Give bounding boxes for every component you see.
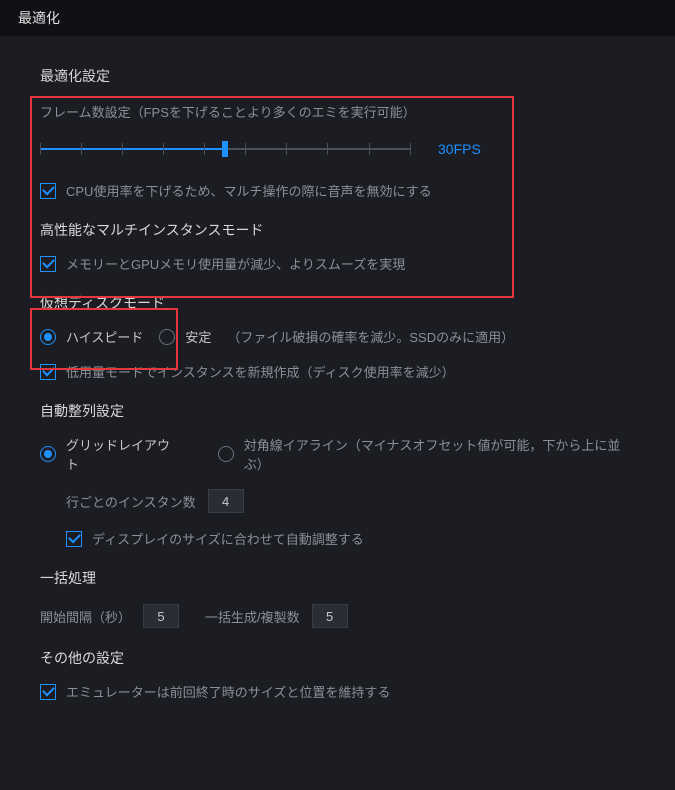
disk-mode-title: 仮想ディスクモード bbox=[40, 293, 635, 313]
fps-slider-row: 30FPS bbox=[40, 139, 635, 159]
keep-pos-label: エミュレーターは前回終了時のサイズと位置を維持する bbox=[66, 682, 390, 701]
memory-checkbox[interactable] bbox=[40, 256, 56, 272]
auto-fit-row: ディスプレイのサイズに合わせて自動調整する bbox=[40, 529, 635, 548]
optimization-section-title: 最適化設定 bbox=[40, 66, 635, 86]
multi-instance-title: 高性能なマルチインスタンスモード bbox=[40, 220, 635, 240]
row-count-row: 行ごとのインスタン数 bbox=[40, 489, 635, 513]
grid-label: グリッドレイアウト bbox=[66, 435, 180, 473]
keep-pos-checkbox[interactable] bbox=[40, 684, 56, 700]
cpu-audio-label: CPU使用率を下げるため、マルチ操作の際に音声を無効にする bbox=[66, 181, 432, 200]
fps-slider[interactable] bbox=[40, 139, 410, 159]
high-speed-radio[interactable] bbox=[40, 329, 56, 345]
interval-input[interactable] bbox=[143, 604, 179, 628]
grid-radio[interactable] bbox=[40, 446, 56, 462]
fps-value: 30FPS bbox=[438, 141, 481, 157]
memory-label: メモリーとGPUメモリ使用量が減少、よりスムーズを実現 bbox=[66, 254, 405, 273]
batch-title: 一括処理 bbox=[40, 568, 635, 588]
low-usage-row: 低用量モードでインスタンスを新規作成（ディスク使用率を減少） bbox=[40, 362, 635, 381]
stable-note: （ファイル破損の確率を減少。SSDのみに適用） bbox=[227, 327, 514, 346]
memory-row: メモリーとGPUメモリ使用量が減少、よりスムーズを実現 bbox=[40, 254, 635, 273]
row-count-label: 行ごとのインスタン数 bbox=[66, 492, 196, 511]
diagonal-label: 対角線イアライン（マイナスオフセット値が可能，下から上に並ぶ） bbox=[244, 435, 635, 473]
titlebar: 最適化 bbox=[0, 0, 675, 36]
frame-desc: フレーム数設定（FPSを下げることより多くのエミを実行可能） bbox=[40, 102, 635, 121]
stable-label: 安定 bbox=[185, 327, 211, 346]
interval-label: 開始間隔（秒） bbox=[40, 607, 131, 626]
low-usage-label: 低用量モードでインスタンスを新規作成（ディスク使用率を減少） bbox=[66, 362, 455, 381]
other-title: その他の設定 bbox=[40, 648, 635, 668]
auto-align-title: 自動整列設定 bbox=[40, 401, 635, 421]
disk-mode-radio-row: ハイスピード 安定 （ファイル破損の確率を減少。SSDのみに適用） bbox=[40, 327, 635, 346]
cpu-audio-row: CPU使用率を下げるため、マルチ操作の際に音声を無効にする bbox=[40, 181, 635, 200]
auto-fit-checkbox[interactable] bbox=[66, 531, 82, 547]
diagonal-radio[interactable] bbox=[218, 446, 234, 462]
count-label: 一括生成/複製数 bbox=[205, 607, 300, 626]
layout-radio-row: グリッドレイアウト 対角線イアライン（マイナスオフセット値が可能，下から上に並ぶ… bbox=[40, 435, 635, 473]
high-speed-label: ハイスピード bbox=[66, 327, 143, 346]
cpu-audio-checkbox[interactable] bbox=[40, 183, 56, 199]
stable-radio[interactable] bbox=[159, 329, 175, 345]
keep-pos-row: エミュレーターは前回終了時のサイズと位置を維持する bbox=[40, 682, 635, 701]
title: 最適化 bbox=[18, 8, 60, 28]
low-usage-checkbox[interactable] bbox=[40, 364, 56, 380]
batch-row: 開始間隔（秒） 一括生成/複製数 bbox=[40, 604, 635, 628]
row-count-input[interactable] bbox=[208, 489, 244, 513]
content: 最適化設定 フレーム数設定（FPSを下げることより多くのエミを実行可能） 30F… bbox=[0, 36, 675, 737]
count-input[interactable] bbox=[312, 604, 348, 628]
auto-fit-label: ディスプレイのサイズに合わせて自動調整する bbox=[92, 529, 364, 548]
